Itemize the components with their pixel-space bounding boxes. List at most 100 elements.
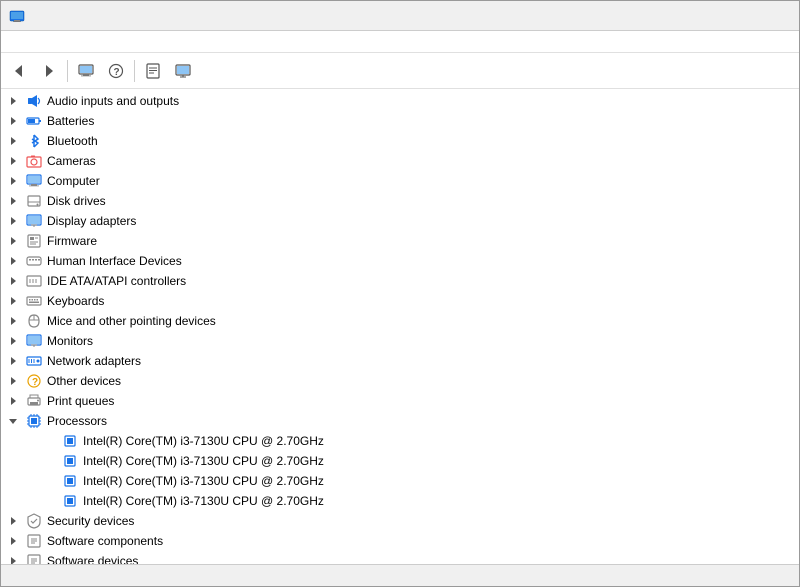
other-icon: ?: [25, 372, 43, 390]
camera-icon: [25, 152, 43, 170]
expand-arrow[interactable]: [5, 253, 21, 269]
device-manager-window: ? Audio inputs and outputs Batteries: [0, 0, 800, 587]
back-button[interactable]: [5, 57, 33, 85]
tree-item[interactable]: Processors: [1, 411, 799, 431]
title-bar: [1, 1, 799, 31]
tree-item[interactable]: Batteries: [1, 111, 799, 131]
print-icon: [25, 392, 43, 410]
item-label: Human Interface Devices: [47, 254, 182, 268]
device-tree[interactable]: Audio inputs and outputs BatteriesBluetoo…: [1, 89, 799, 564]
svg-text:?: ?: [32, 377, 38, 388]
tree-item[interactable]: Mice and other pointing devices: [1, 311, 799, 331]
expand-arrow[interactable]: [5, 173, 21, 189]
item-label: IDE ATA/ATAPI controllers: [47, 274, 186, 288]
item-label: Other devices: [47, 374, 121, 388]
menu-help[interactable]: [53, 40, 69, 44]
tree-item[interactable]: Intel(R) Core(TM) i3-7130U CPU @ 2.70GHz: [1, 491, 799, 511]
keyboard-icon: [25, 292, 43, 310]
maximize-button[interactable]: [699, 1, 745, 31]
tree-item[interactable]: Audio inputs and outputs: [1, 91, 799, 111]
tree-item[interactable]: Network adapters: [1, 351, 799, 371]
tree-item[interactable]: Human Interface Devices: [1, 251, 799, 271]
item-label: Cameras: [47, 154, 96, 168]
expand-arrow[interactable]: [5, 513, 21, 529]
processor-chip-icon: [61, 432, 79, 450]
expand-arrow[interactable]: [5, 233, 21, 249]
item-label: Disk drives: [47, 194, 106, 208]
close-button[interactable]: [745, 1, 791, 31]
security-icon: [25, 512, 43, 530]
tree-item[interactable]: Intel(R) Core(TM) i3-7130U CPU @ 2.70GHz: [1, 451, 799, 471]
tree-item[interactable]: Software components: [1, 531, 799, 551]
computer-icon: [25, 172, 43, 190]
mouse-icon: [25, 312, 43, 330]
item-label: Security devices: [47, 514, 134, 528]
app-icon: [9, 8, 25, 24]
computer-button[interactable]: [72, 57, 100, 85]
menu-action[interactable]: [21, 40, 37, 44]
minimize-button[interactable]: [653, 1, 699, 31]
tree-item[interactable]: Display adapters: [1, 211, 799, 231]
software-icon: [25, 552, 43, 564]
tree-item[interactable]: Monitors: [1, 331, 799, 351]
expand-arrow[interactable]: [5, 153, 21, 169]
item-label: Intel(R) Core(TM) i3-7130U CPU @ 2.70GHz: [83, 494, 324, 508]
display-icon: [25, 212, 43, 230]
item-label: Software components: [47, 534, 163, 548]
item-label: Intel(R) Core(TM) i3-7130U CPU @ 2.70GHz: [83, 434, 324, 448]
expand-arrow[interactable]: [5, 533, 21, 549]
item-label: Audio inputs and outputs: [47, 94, 179, 108]
software-icon: [25, 532, 43, 550]
search-help-button[interactable]: ?: [102, 57, 130, 85]
item-label: Intel(R) Core(TM) i3-7130U CPU @ 2.70GHz: [83, 454, 324, 468]
tree-item[interactable]: ? Other devices: [1, 371, 799, 391]
bluetooth-icon: [25, 132, 43, 150]
tree-item[interactable]: Keyboards: [1, 291, 799, 311]
processor-icon: [25, 412, 43, 430]
expand-arrow[interactable]: [5, 553, 21, 564]
forward-button[interactable]: [35, 57, 63, 85]
properties-button[interactable]: [139, 57, 167, 85]
expand-arrow[interactable]: [5, 273, 21, 289]
tree-item[interactable]: Software devices: [1, 551, 799, 564]
expand-arrow[interactable]: [5, 333, 21, 349]
ide-icon: [25, 272, 43, 290]
tree-item[interactable]: IDE ATA/ATAPI controllers: [1, 271, 799, 291]
expand-arrow[interactable]: [5, 353, 21, 369]
svg-text:?: ?: [114, 67, 120, 78]
menu-file[interactable]: [5, 40, 21, 44]
monitor-icon: [25, 332, 43, 350]
expand-arrow[interactable]: [5, 313, 21, 329]
expand-arrow[interactable]: [5, 193, 21, 209]
menu-view[interactable]: [37, 40, 53, 44]
status-bar: [1, 564, 799, 586]
monitor-button[interactable]: [169, 57, 197, 85]
tree-item[interactable]: Computer: [1, 171, 799, 191]
tree-item[interactable]: Firmware: [1, 231, 799, 251]
window-controls: [653, 1, 791, 31]
menu-bar: [1, 31, 799, 53]
disk-icon: [25, 192, 43, 210]
tree-item[interactable]: Cameras: [1, 151, 799, 171]
audio-icon: [25, 92, 43, 110]
expand-arrow[interactable]: [5, 393, 21, 409]
processor-chip-icon: [61, 452, 79, 470]
tree-item[interactable]: Security devices: [1, 511, 799, 531]
item-label: Display adapters: [47, 214, 136, 228]
tree-item[interactable]: Intel(R) Core(TM) i3-7130U CPU @ 2.70GHz: [1, 431, 799, 451]
expand-arrow[interactable]: [5, 113, 21, 129]
item-label: Monitors: [47, 334, 93, 348]
item-label: Computer: [47, 174, 100, 188]
tree-item[interactable]: Print queues: [1, 391, 799, 411]
expand-arrow[interactable]: [5, 373, 21, 389]
tree-item[interactable]: Disk drives: [1, 191, 799, 211]
expand-arrow[interactable]: [5, 413, 21, 429]
tree-item[interactable]: Bluetooth: [1, 131, 799, 151]
expand-arrow[interactable]: [5, 293, 21, 309]
item-label: Software devices: [47, 554, 138, 564]
expand-arrow[interactable]: [5, 133, 21, 149]
expand-arrow[interactable]: [5, 93, 21, 109]
expand-arrow[interactable]: [5, 213, 21, 229]
item-label: Keyboards: [47, 294, 104, 308]
tree-item[interactable]: Intel(R) Core(TM) i3-7130U CPU @ 2.70GHz: [1, 471, 799, 491]
